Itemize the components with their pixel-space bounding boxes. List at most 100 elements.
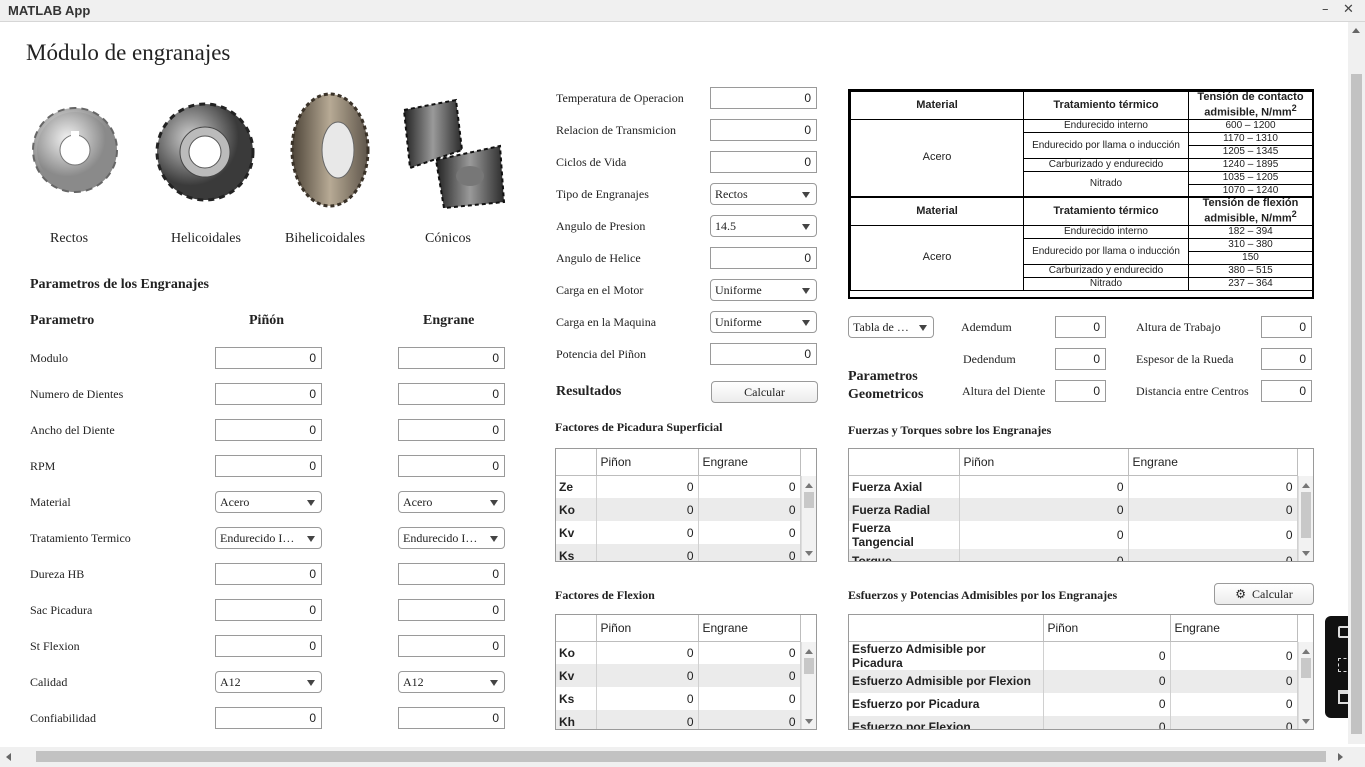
table-cell[interactable]: 0 (698, 641, 801, 664)
table-cell[interactable]: 0 (698, 544, 801, 561)
pitting-table[interactable]: Piñon Engrane Ze 0 0 Ko 0 0 Kv 0 0 Ks 0 0 (555, 448, 817, 562)
table-cell[interactable]: 0 (959, 475, 1129, 498)
table-cell[interactable]: 0 (596, 710, 699, 729)
table-cell[interactable]: 0 (1170, 641, 1298, 670)
tooth-height-input[interactable]: 0 (1055, 380, 1106, 402)
gear-st-input[interactable]: 0 (398, 635, 505, 657)
table-cell[interactable]: 0 (1043, 641, 1171, 670)
vertical-scroll-thumb[interactable] (1351, 74, 1362, 734)
table-cell[interactable]: 0 (1170, 669, 1298, 693)
table-cell[interactable]: 0 (698, 664, 801, 687)
table-select-dropdown[interactable]: Tabla de esfuerzos (848, 316, 934, 338)
machine-load-dropdown[interactable]: Uniforme (710, 311, 817, 333)
table-cell[interactable]: 0 (698, 710, 801, 729)
helix-angle-input[interactable]: 0 (710, 247, 817, 269)
table-cell[interactable]: 0 (1170, 692, 1298, 716)
gear-quality-dropdown[interactable]: A12 (398, 671, 505, 693)
gear-treatment-dropdown[interactable]: Endurecido Interno (398, 527, 505, 549)
gear-teeth-input[interactable]: 0 (398, 383, 505, 405)
title-bar: MATLAB App – ✕ (0, 0, 1365, 22)
forces-scrollbar[interactable] (1298, 476, 1313, 561)
allowable-table[interactable]: Piñon Engrane Esfuerzo Admisible por Pica… (848, 614, 1314, 730)
table-cell[interactable]: 0 (1128, 475, 1298, 498)
table-cell[interactable]: 0 (1128, 498, 1298, 521)
table-cell[interactable]: 0 (1043, 715, 1171, 729)
dedendum-input[interactable]: 0 (1055, 348, 1106, 370)
table-cell[interactable]: 0 (1043, 692, 1171, 716)
face-width-input[interactable]: 0 (1261, 348, 1312, 370)
pinion-quality-dropdown[interactable]: A12 (215, 671, 322, 693)
minimize-button[interactable]: – (1322, 2, 1329, 17)
power-input[interactable]: 0 (710, 343, 817, 365)
table-cell[interactable]: 0 (596, 641, 699, 664)
ratio-input[interactable]: 0 (710, 119, 817, 141)
gear-sac-input[interactable]: 0 (398, 599, 505, 621)
mt-cell: 1240 – 1895 (1188, 157, 1313, 172)
pinion-st-input[interactable]: 0 (215, 635, 322, 657)
gear-width-input[interactable]: 0 (398, 419, 505, 441)
gear-reliability-input[interactable]: 0 (398, 707, 505, 729)
close-button[interactable]: ✕ (1343, 2, 1354, 17)
scroll-left-icon[interactable] (6, 753, 11, 761)
motor-load-dropdown[interactable]: Uniforme (710, 279, 817, 301)
table-cell[interactable]: 0 (596, 521, 699, 544)
mt-cell: 1070 – 1240 (1188, 183, 1313, 198)
table-cell[interactable]: 0 (698, 475, 801, 498)
vertical-scrollbar[interactable] (1348, 22, 1365, 744)
pinion-reliability-input[interactable]: 0 (215, 707, 322, 729)
table-cell[interactable]: 0 (698, 498, 801, 521)
working-depth-input[interactable]: 0 (1261, 316, 1312, 338)
pinion-rpm-input[interactable]: 0 (215, 455, 322, 477)
allowable-scrollbar[interactable] (1298, 642, 1313, 729)
pinion-treatment-dropdown[interactable]: Endurecido Interno (215, 527, 322, 549)
gear-rpm-input[interactable]: 0 (398, 455, 505, 477)
pinion-hardness-input[interactable]: 0 (215, 563, 322, 585)
table-cell[interactable]: 0 (959, 498, 1129, 521)
pinion-material-dropdown[interactable]: Acero (215, 491, 322, 513)
flexion-scrollbar[interactable] (801, 642, 816, 729)
table-cell[interactable]: 0 (698, 521, 801, 544)
table-cell[interactable]: 0 (596, 498, 699, 521)
chevron-down-icon (802, 288, 810, 294)
table-cell[interactable]: 0 (596, 687, 699, 710)
forces-table[interactable]: Piñon Engrane Fuerza Axial 0 0 Fuerza Radia… (848, 448, 1314, 562)
table-cell[interactable]: 0 (698, 687, 801, 710)
mt-cell: Endurecido por llama o inducción (1023, 237, 1189, 265)
table-row-label: Ko (556, 498, 597, 521)
table-cell[interactable]: 0 (959, 521, 1129, 549)
calculate-button[interactable]: Calcular (711, 381, 818, 403)
pressure-angle-dropdown[interactable]: 14.5 (710, 215, 817, 237)
cycles-input[interactable]: 0 (710, 151, 817, 173)
gear-modulo-input[interactable]: 0 (398, 347, 505, 369)
horizontal-scrollbar[interactable] (0, 747, 1365, 767)
table-cell[interactable]: 0 (1128, 549, 1298, 561)
chevron-down-icon (307, 536, 315, 542)
gear-type-dropdown[interactable]: Rectos (710, 183, 817, 205)
calculate-stress-button[interactable]: ⚙ Calcular (1214, 583, 1314, 605)
temperature-input[interactable]: 0 (710, 87, 817, 109)
pinion-width-input[interactable]: 0 (215, 419, 322, 441)
flexion-table[interactable]: Piñon Engrane Ko 0 0 Kv 0 0 Ks 0 0 Kh 0 0 (555, 614, 817, 730)
gear-material-dropdown[interactable]: Acero (398, 491, 505, 513)
pinion-modulo-input[interactable]: 0 (215, 347, 322, 369)
table-cell[interactable]: 0 (596, 544, 699, 561)
pinion-teeth-input[interactable]: 0 (215, 383, 322, 405)
gear-hardness-input[interactable]: 0 (398, 563, 505, 585)
table-cell[interactable]: 0 (1043, 669, 1171, 693)
addendum-input[interactable]: 0 (1055, 316, 1106, 338)
table-cell[interactable]: 0 (596, 475, 699, 498)
scroll-up-icon[interactable] (1352, 28, 1360, 33)
chevron-down-icon (490, 680, 498, 686)
horizontal-scroll-thumb[interactable] (36, 751, 1326, 762)
scroll-right-icon[interactable] (1338, 753, 1343, 761)
table-cell[interactable]: 0 (959, 549, 1129, 561)
table-cell[interactable]: 0 (1128, 521, 1298, 549)
allow-col-pinion: Piñon (1043, 615, 1171, 642)
spur-gear-image (25, 90, 125, 208)
param-label-treatment: Tratamiento Termico (30, 531, 131, 545)
pinion-sac-input[interactable]: 0 (215, 599, 322, 621)
table-cell[interactable]: 0 (1170, 715, 1298, 729)
center-distance-input[interactable]: 0 (1261, 380, 1312, 402)
table-cell[interactable]: 0 (596, 664, 699, 687)
pitting-scrollbar[interactable] (801, 476, 816, 561)
